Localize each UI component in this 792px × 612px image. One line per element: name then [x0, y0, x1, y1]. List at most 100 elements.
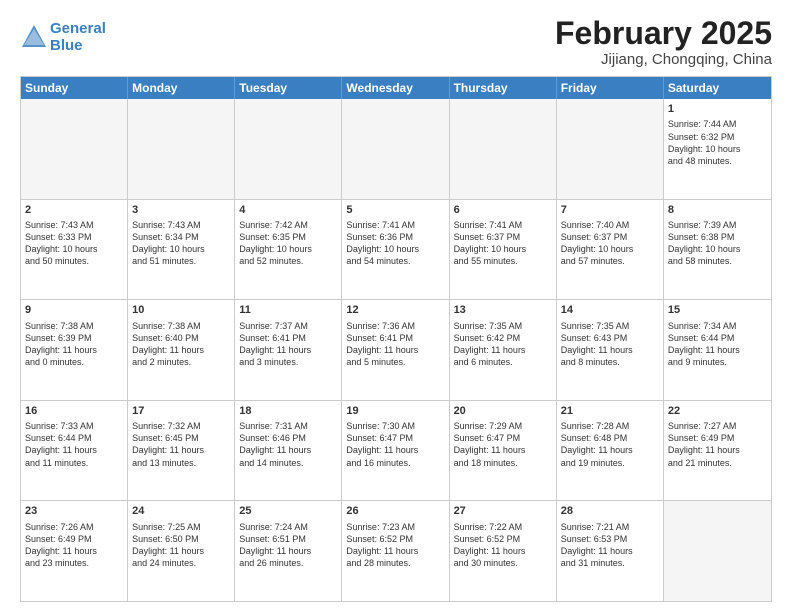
day-info: Sunrise: 7:27 AM Sunset: 6:49 PM Dayligh…: [668, 420, 767, 469]
calendar-cell: [664, 501, 771, 601]
day-number: 17: [132, 404, 230, 418]
day-info: Sunrise: 7:32 AM Sunset: 6:45 PM Dayligh…: [132, 420, 230, 469]
calendar-cell: [128, 99, 235, 199]
day-number: 25: [239, 504, 337, 518]
calendar-cell: 16 Sunrise: 7:33 AM Sunset: 6:44 PM Dayli…: [21, 401, 128, 501]
calendar-cell: 8 Sunrise: 7:39 AM Sunset: 6:38 PM Daylig…: [664, 200, 771, 300]
calendar: SundayMondayTuesdayWednesdayThursdayFrid…: [20, 76, 772, 602]
calendar-cell: 3 Sunrise: 7:43 AM Sunset: 6:34 PM Daylig…: [128, 200, 235, 300]
calendar-cell: 13 Sunrise: 7:35 AM Sunset: 6:42 PM Dayli…: [450, 300, 557, 400]
day-number: 28: [561, 504, 659, 518]
day-info: Sunrise: 7:24 AM Sunset: 6:51 PM Dayligh…: [239, 521, 337, 570]
day-info: Sunrise: 7:26 AM Sunset: 6:49 PM Dayligh…: [25, 521, 123, 570]
day-info: Sunrise: 7:39 AM Sunset: 6:38 PM Dayligh…: [668, 219, 767, 268]
calendar-cell: [21, 99, 128, 199]
calendar-cell: 23 Sunrise: 7:26 AM Sunset: 6:49 PM Dayli…: [21, 501, 128, 601]
calendar-cell: 12 Sunrise: 7:36 AM Sunset: 6:41 PM Dayli…: [342, 300, 449, 400]
calendar-cell: 19 Sunrise: 7:30 AM Sunset: 6:47 PM Dayli…: [342, 401, 449, 501]
weekday-header-tuesday: Tuesday: [235, 77, 342, 99]
weekday-header-sunday: Sunday: [21, 77, 128, 99]
page: General Blue February 2025 Jijiang, Chon…: [0, 0, 792, 612]
calendar-cell: 18Sunrise: 7:31 AM Sunset: 6:46 PM Dayli…: [235, 401, 342, 501]
day-number: 20: [454, 404, 552, 418]
day-number: 2: [25, 203, 123, 217]
calendar-row-2: 2 Sunrise: 7:43 AM Sunset: 6:33 PM Daylig…: [21, 199, 771, 300]
calendar-cell: 25 Sunrise: 7:24 AM Sunset: 6:51 PM Dayli…: [235, 501, 342, 601]
location: Jijiang, Chongqing, China: [555, 51, 772, 68]
calendar-cell: 4Sunrise: 7:42 AM Sunset: 6:35 PM Daylig…: [235, 200, 342, 300]
calendar-cell: [342, 99, 449, 199]
calendar-cell: [557, 99, 664, 199]
day-number: 19: [346, 404, 444, 418]
day-number: 7: [561, 203, 659, 217]
day-info: Sunrise: 7:22 AM Sunset: 6:52 PM Dayligh…: [454, 521, 552, 570]
day-info: Sunrise: 7:33 AM Sunset: 6:44 PM Dayligh…: [25, 420, 123, 469]
day-info: Sunrise: 7:34 AM Sunset: 6:44 PM Dayligh…: [668, 320, 767, 369]
day-number: 10: [132, 303, 230, 317]
day-info: Sunrise: 7:23 AM Sunset: 6:52 PM Dayligh…: [346, 521, 444, 570]
day-number: 24: [132, 504, 230, 518]
day-number: 3: [132, 203, 230, 217]
day-number: 23: [25, 504, 123, 518]
calendar-cell: 14 Sunrise: 7:35 AM Sunset: 6:43 PM Dayli…: [557, 300, 664, 400]
calendar-cell: 1Sunrise: 7:44 AM Sunset: 6:32 PM Daylig…: [664, 99, 771, 199]
day-number: 14: [561, 303, 659, 317]
day-info: Sunrise: 7:41 AM Sunset: 6:36 PM Dayligh…: [346, 219, 444, 268]
month-title: February 2025: [555, 16, 772, 51]
calendar-cell: 11 Sunrise: 7:37 AM Sunset: 6:41 PM Dayli…: [235, 300, 342, 400]
day-number: 13: [454, 303, 552, 317]
calendar-cell: 28 Sunrise: 7:21 AM Sunset: 6:53 PM Dayli…: [557, 501, 664, 601]
day-number: 5: [346, 203, 444, 217]
day-number: 6: [454, 203, 552, 217]
day-number: 1: [668, 102, 767, 116]
day-info: Sunrise: 7:36 AM Sunset: 6:41 PM Dayligh…: [346, 320, 444, 369]
weekday-header-thursday: Thursday: [450, 77, 557, 99]
day-info: Sunrise: 7:43 AM Sunset: 6:33 PM Dayligh…: [25, 219, 123, 268]
day-info: Sunrise: 7:38 AM Sunset: 6:40 PM Dayligh…: [132, 320, 230, 369]
title-block: February 2025 Jijiang, Chongqing, China: [555, 16, 772, 68]
calendar-row-1: 1Sunrise: 7:44 AM Sunset: 6:32 PM Daylig…: [21, 99, 771, 199]
header: General Blue February 2025 Jijiang, Chon…: [20, 16, 772, 68]
day-info: Sunrise: 7:38 AM Sunset: 6:39 PM Dayligh…: [25, 320, 123, 369]
weekday-header-saturday: Saturday: [664, 77, 771, 99]
weekday-header-wednesday: Wednesday: [342, 77, 449, 99]
logo-text: General Blue: [50, 20, 106, 54]
calendar-cell: 2 Sunrise: 7:43 AM Sunset: 6:33 PM Daylig…: [21, 200, 128, 300]
day-info: Sunrise: 7:35 AM Sunset: 6:43 PM Dayligh…: [561, 320, 659, 369]
day-number: 15: [668, 303, 767, 317]
weekday-header-monday: Monday: [128, 77, 235, 99]
day-number: 12: [346, 303, 444, 317]
day-info: Sunrise: 7:37 AM Sunset: 6:41 PM Dayligh…: [239, 320, 337, 369]
day-number: 16: [25, 404, 123, 418]
day-number: 4: [239, 203, 337, 217]
calendar-header: SundayMondayTuesdayWednesdayThursdayFrid…: [21, 77, 771, 99]
calendar-cell: 21Sunrise: 7:28 AM Sunset: 6:48 PM Dayli…: [557, 401, 664, 501]
day-info: Sunrise: 7:43 AM Sunset: 6:34 PM Dayligh…: [132, 219, 230, 268]
day-info: Sunrise: 7:31 AM Sunset: 6:46 PM Dayligh…: [239, 420, 337, 469]
calendar-cell: 27Sunrise: 7:22 AM Sunset: 6:52 PM Dayli…: [450, 501, 557, 601]
calendar-cell: [450, 99, 557, 199]
calendar-cell: 6 Sunrise: 7:41 AM Sunset: 6:37 PM Daylig…: [450, 200, 557, 300]
calendar-cell: 22Sunrise: 7:27 AM Sunset: 6:49 PM Dayli…: [664, 401, 771, 501]
calendar-body: 1Sunrise: 7:44 AM Sunset: 6:32 PM Daylig…: [21, 99, 771, 601]
day-info: Sunrise: 7:29 AM Sunset: 6:47 PM Dayligh…: [454, 420, 552, 469]
logo: General Blue: [20, 20, 106, 54]
day-info: Sunrise: 7:25 AM Sunset: 6:50 PM Dayligh…: [132, 521, 230, 570]
calendar-cell: 17 Sunrise: 7:32 AM Sunset: 6:45 PM Dayli…: [128, 401, 235, 501]
calendar-cell: 26 Sunrise: 7:23 AM Sunset: 6:52 PM Dayli…: [342, 501, 449, 601]
day-info: Sunrise: 7:41 AM Sunset: 6:37 PM Dayligh…: [454, 219, 552, 268]
calendar-cell: [235, 99, 342, 199]
calendar-row-3: 9Sunrise: 7:38 AM Sunset: 6:39 PM Daylig…: [21, 299, 771, 400]
day-info: Sunrise: 7:35 AM Sunset: 6:42 PM Dayligh…: [454, 320, 552, 369]
day-info: Sunrise: 7:28 AM Sunset: 6:48 PM Dayligh…: [561, 420, 659, 469]
day-info: Sunrise: 7:30 AM Sunset: 6:47 PM Dayligh…: [346, 420, 444, 469]
calendar-cell: 20 Sunrise: 7:29 AM Sunset: 6:47 PM Dayli…: [450, 401, 557, 501]
day-number: 26: [346, 504, 444, 518]
calendar-cell: 15 Sunrise: 7:34 AM Sunset: 6:44 PM Dayli…: [664, 300, 771, 400]
calendar-cell: 7Sunrise: 7:40 AM Sunset: 6:37 PM Daylig…: [557, 200, 664, 300]
calendar-cell: 5 Sunrise: 7:41 AM Sunset: 6:36 PM Daylig…: [342, 200, 449, 300]
calendar-cell: 24 Sunrise: 7:25 AM Sunset: 6:50 PM Dayli…: [128, 501, 235, 601]
day-number: 11: [239, 303, 337, 317]
day-info: Sunrise: 7:21 AM Sunset: 6:53 PM Dayligh…: [561, 521, 659, 570]
day-number: 8: [668, 203, 767, 217]
